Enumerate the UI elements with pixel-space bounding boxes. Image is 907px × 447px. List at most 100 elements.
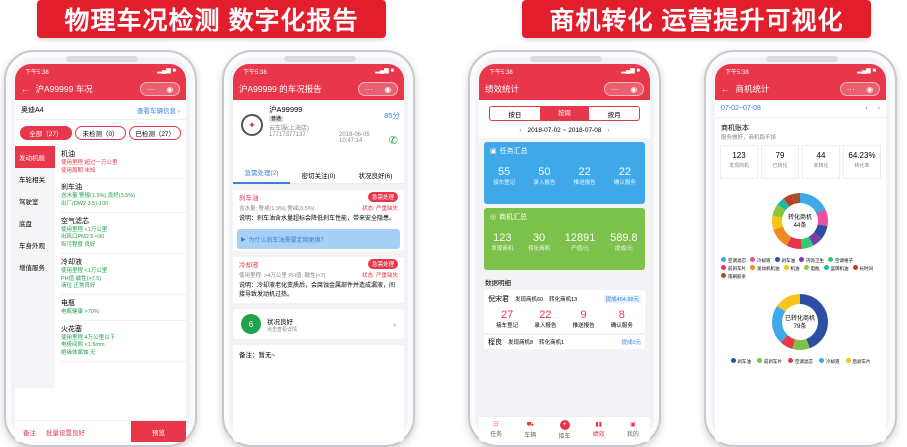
tab-week[interactable]: 按周 <box>539 107 590 120</box>
side-item[interactable]: 发动机舱 <box>15 146 55 168</box>
side-item[interactable]: 增值服务 <box>15 256 55 278</box>
legend-label: 空调滤芯 <box>795 359 813 364</box>
stat-value: 30 <box>532 232 546 244</box>
banner-left: 物理车况检测 数字化报告 <box>37 0 386 38</box>
donut-slice <box>800 193 826 214</box>
check-item[interactable]: 机油 使用里程 超过一万公里 使用周期 未知 <box>61 146 186 180</box>
check-item-name: 空气滤芯 <box>61 217 89 225</box>
target-icon: ◎ <box>490 214 497 221</box>
check-item[interactable]: 电瓶 电瓶健康 >70% <box>61 295 186 321</box>
next-icon[interactable]: › <box>878 105 880 112</box>
prev-icon[interactable]: ‹ <box>519 127 521 134</box>
play-icon: ▶ <box>241 236 246 243</box>
legend-item: 机油 <box>783 265 800 272</box>
good-summary[interactable]: 6 状况良好 点击查看详情 › <box>233 309 404 339</box>
urgent-button[interactable]: 急需处理 <box>367 259 398 269</box>
page-title: 商机统计 <box>735 84 770 94</box>
shop: 云车服(上海店) <box>269 126 309 132</box>
check-item-name: 刹车油 <box>61 184 82 192</box>
legend-label: 刹车油 <box>781 258 796 263</box>
stat-box: 64.23% 转化率 <box>843 145 881 179</box>
side-item[interactable]: 车身外观 <box>15 234 55 256</box>
stat-value: 55 <box>497 166 511 178</box>
tab-day[interactable]: 按日 <box>490 109 540 119</box>
tip-bar[interactable]: ▶ 为什么刹车油需要定期更换？ <box>237 229 400 249</box>
back-icon[interactable]: ← <box>21 84 30 94</box>
tab-month[interactable]: 按月 <box>589 109 639 119</box>
filter-unchecked[interactable]: 未检测（0） <box>74 126 127 140</box>
prev-icon[interactable]: ‹ <box>865 105 867 112</box>
note-button[interactable]: 备注 <box>23 427 36 437</box>
phone-icon[interactable]: ✆ <box>389 134 398 147</box>
status-time: 下午5:38 <box>725 70 749 76</box>
more-icon[interactable]: ··· <box>847 85 855 94</box>
donut-chart-converted: 已转化商机79条 <box>772 294 828 350</box>
signal-icon: ▂▄▆ ■ <box>375 68 394 74</box>
more-icon[interactable]: ··· <box>611 85 619 94</box>
person-name: 倪宋君 <box>488 296 509 303</box>
car-info-link[interactable]: 查看车辆信息 › <box>137 105 180 115</box>
filter-checked[interactable]: 已检测（27） <box>129 126 182 140</box>
legend-item: 前刹车片 <box>721 265 746 272</box>
close-icon[interactable]: ◉ <box>384 85 391 94</box>
tabbar-task[interactable]: ☷ 任务 <box>479 417 513 442</box>
legend-swatch <box>721 273 726 278</box>
close-icon[interactable]: ◉ <box>866 85 873 94</box>
more-icon[interactable]: ··· <box>147 85 155 94</box>
close-icon[interactable]: ◉ <box>630 85 637 94</box>
capsule-menu[interactable]: ··· ◉ <box>358 82 398 96</box>
preview-button[interactable]: 预览 <box>131 420 186 442</box>
check-item-line: 绝缘体腐蚀 无 <box>61 349 96 356</box>
stat-cell: 8 确认服务 <box>611 309 633 329</box>
phone-performance: 下午5:38 ▂▄▆ ■ 绩效统计 ··· ◉ 按日 按周 按月 ‹ 2018-07-0… <box>468 50 661 447</box>
check-item-line: 电极间隙 <1.5mm <box>61 342 105 349</box>
check-item-line: 吸污程度 良好 <box>61 242 96 249</box>
tabbar-mine[interactable]: ▣ 我的 <box>616 417 650 442</box>
side-item[interactable]: 车轮相关 <box>15 168 55 190</box>
check-item-name: 火花塞 <box>61 325 82 333</box>
tab-good[interactable]: 状况良好(6) <box>347 170 404 180</box>
legend-item: 电瓶 <box>803 265 820 272</box>
section-status: 状态: 严重缺失 <box>361 206 398 212</box>
legend-swatch <box>803 265 809 270</box>
tabbar-checkin[interactable]: + 接车 <box>547 417 581 442</box>
legend-item: 发动机机油 <box>750 265 780 272</box>
stat-cell: 55 接车登记 <box>493 166 515 186</box>
tab-urgent[interactable]: 急需处理(2) <box>233 166 290 184</box>
check-item-name: 机油 <box>61 151 75 158</box>
close-icon[interactable]: ◉ <box>166 85 173 94</box>
stat-label: 接车登记 <box>496 323 519 329</box>
check-item[interactable]: 空气滤芯 使用里程 <1万公里 出风口PM2.5 <90 吸污程度 良好 <box>61 213 186 254</box>
capsule-menu[interactable]: ··· ◉ <box>604 82 644 96</box>
legend-label: 冷却液 <box>826 359 840 364</box>
stat-value: 64.23% <box>848 151 876 160</box>
check-item[interactable]: 刹车油 含水量 警报(1.5%),良好(3.5%) 出厂(DW2 3.5)-100 <box>61 179 186 213</box>
back-icon[interactable]: ← <box>721 84 730 94</box>
side-item[interactable]: 驾驶室 <box>15 190 55 212</box>
capsule-menu[interactable]: ··· ◉ <box>140 82 180 96</box>
stat-value: 27 <box>500 309 514 321</box>
tabbar-vehicle[interactable]: ⛟ 车辆 <box>513 417 547 442</box>
urgent-button[interactable]: 急需处理 <box>367 192 398 202</box>
tabbar-performance[interactable]: ▮▮ 绩效 <box>582 417 616 442</box>
biz-summary-card: ◎ 商机汇总 123 发现商机 30 转化商机 12891 产值/元 589.8 提成/元 <box>484 208 645 270</box>
more-icon[interactable]: ··· <box>365 85 373 94</box>
tab-watch[interactable]: 密切关注(0) <box>290 170 347 180</box>
ledger-sub: 服务做好，商机跑不掉 <box>721 135 777 141</box>
side-item[interactable]: 底盘 <box>15 212 55 234</box>
status-time: 下午5:38 <box>243 70 267 76</box>
legend-label: 内饰卫生 <box>806 258 824 263</box>
filter-all[interactable]: 全部（27） <box>20 126 72 140</box>
tab-label: 接车 <box>558 433 571 440</box>
capsule-menu[interactable]: ··· ◉ <box>840 82 880 96</box>
banner-right: 商机转化 运营提升可视化 <box>522 0 871 38</box>
next-icon[interactable]: › <box>607 127 609 134</box>
batch-good-button[interactable]: 批量设置良好 <box>46 427 85 437</box>
detail-heading: 数据明细 <box>485 280 511 287</box>
check-item-line: 出厂(DW2 3.5)-100 <box>61 201 109 208</box>
tab-label: 任务 <box>490 432 503 438</box>
stat-label: 录入报告 <box>534 323 557 329</box>
check-item[interactable]: 火花塞 使用里程 4万公里以下 电极间隙 <1.5mm 绝缘体腐蚀 无 <box>61 321 186 362</box>
check-item[interactable]: 冷却液 使用里程 <1万公里 PH值 碱性(>7.5) 液位 正常良好 <box>61 254 186 295</box>
legend-label: 前刹车片 <box>764 359 782 364</box>
